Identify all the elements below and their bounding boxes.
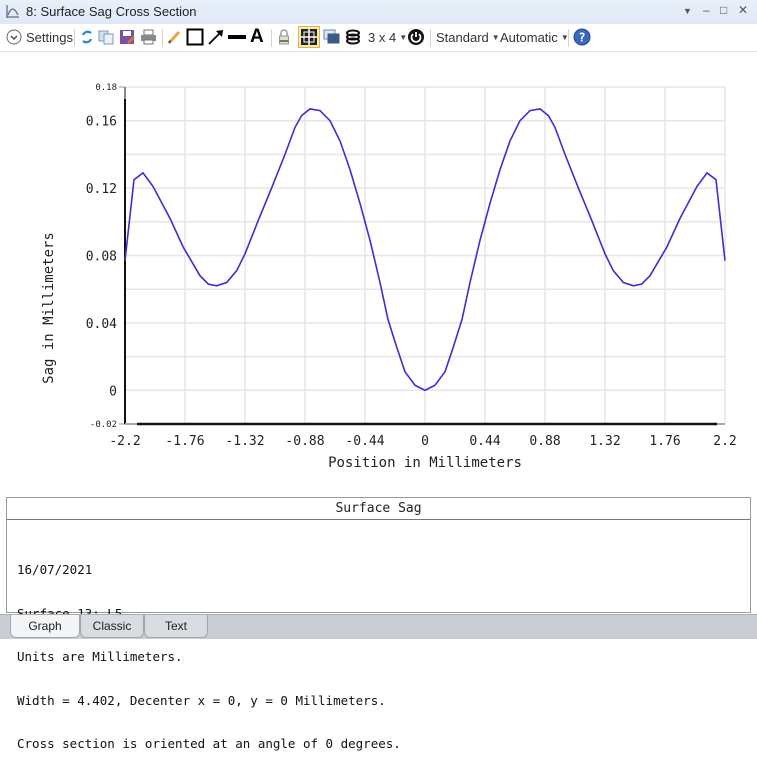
layout-label: 3 x 4 <box>368 29 397 45</box>
info-panel-header: Surface Sag <box>7 498 750 520</box>
help-icon: ? <box>573 28 591 46</box>
separator <box>430 29 431 47</box>
layout-dropdown[interactable]: 3 x 4 ▼ <box>368 27 407 47</box>
info-panel: Surface Sag 16/07/2021 Surface 13: L5 Un… <box>6 497 751 751</box>
app-icon <box>6 5 19 18</box>
y-tick-label: 0.16 <box>86 115 117 130</box>
info-line-date: 16/07/2021 <box>17 562 93 577</box>
separator <box>568 29 569 47</box>
lock-icon <box>279 29 289 45</box>
minimize-button[interactable]: – <box>703 3 710 17</box>
copy-button[interactable] <box>98 27 114 47</box>
layers-icon <box>346 29 360 45</box>
rectangle-button[interactable] <box>186 27 204 47</box>
tab-classic[interactable]: Classic <box>80 615 144 638</box>
standard-dropdown[interactable]: Standard ▼ <box>436 27 500 47</box>
timer-button[interactable] <box>407 27 425 47</box>
x-tick-label: -1.32 <box>225 434 264 449</box>
save-button[interactable] <box>119 27 135 47</box>
refresh-icon <box>81 30 93 44</box>
tick-labels: -2.2 -1.76 -1.32 -0.88 -0.44 0 0.44 0.88 1.32 1.7… <box>86 83 737 449</box>
y-tick-label: 0.08 <box>86 250 117 265</box>
line-button[interactable] <box>228 27 246 47</box>
x-tick-label: -0.88 <box>285 434 324 449</box>
x-tick-label: 2.2 <box>713 434 736 449</box>
title-bar: 8: Surface Sag Cross Section ▼ – □ ✕ <box>0 0 757 25</box>
toolbar: Settings A 3 x 4 ▼ Standard ▼ Automatic … <box>0 24 757 52</box>
separator <box>162 29 163 47</box>
y-tick-label: 0.04 <box>86 317 117 332</box>
text-icon: A <box>250 26 264 47</box>
x-tick-label: 0 <box>421 434 429 449</box>
layers-button[interactable] <box>345 27 361 47</box>
pencil-button[interactable] <box>167 27 181 47</box>
save-icon <box>120 30 135 44</box>
line-icon <box>228 35 246 39</box>
window-menu-dropdown-icon[interactable]: ▼ <box>683 6 692 16</box>
close-button[interactable]: ✕ <box>738 3 748 17</box>
tab-bar: Graph Classic Text <box>0 614 757 639</box>
x-tick-label: 1.76 <box>649 434 680 449</box>
timer-icon <box>408 29 424 45</box>
x-tick-label: -0.44 <box>345 434 384 449</box>
arrow-icon <box>208 30 223 45</box>
maximize-button[interactable]: □ <box>720 3 727 17</box>
y-tick-label: 0.12 <box>86 182 117 197</box>
lock-button[interactable] <box>277 27 291 47</box>
settings-button[interactable]: Settings <box>6 27 73 47</box>
rectangle-icon <box>186 28 204 46</box>
automatic-label: Automatic <box>500 29 558 45</box>
window-title: 8: Surface Sag Cross Section <box>26 4 197 19</box>
help-button[interactable]: ? <box>573 27 591 47</box>
fit-icon <box>301 29 317 45</box>
y-tick-label: 0 <box>109 384 117 399</box>
arrow-button[interactable] <box>207 27 225 47</box>
window-icon <box>323 29 340 44</box>
tab-text[interactable]: Text <box>144 615 208 638</box>
y-tick-label: -0.02 <box>90 420 117 430</box>
x-tick-label: -1.76 <box>165 434 204 449</box>
grid <box>124 86 726 425</box>
plot-area: -2.2 -1.76 -1.32 -0.88 -0.44 0 0.44 0.88 1.32 1.7… <box>0 52 757 492</box>
sag-chart: -2.2 -1.76 -1.32 -0.88 -0.44 0 0.44 0.88 1.32 1.7… <box>41 83 737 471</box>
info-line-width: Width = 4.402, Decenter x = 0, y = 0 Mil… <box>17 692 386 708</box>
settings-label: Settings <box>26 29 73 45</box>
separator <box>74 29 75 47</box>
copy-icon <box>98 30 114 45</box>
info-panel-body: 16/07/2021 Surface 13: L5 Units are Mill… <box>7 520 750 781</box>
x-tick-label: -2.2 <box>109 434 140 449</box>
pencil-icon <box>167 30 181 45</box>
x-tick-label: 0.44 <box>469 434 500 449</box>
text-tool-button[interactable]: A <box>250 26 264 47</box>
y-tick-label: 0.18 <box>95 83 117 93</box>
x-tick-label: 0.88 <box>529 434 560 449</box>
x-axis-label: Position in Millimeters <box>328 455 522 471</box>
standard-label: Standard <box>436 29 489 45</box>
y-axis-label: Sag in Millimeters <box>41 232 57 384</box>
print-icon <box>141 29 156 45</box>
automatic-dropdown[interactable]: Automatic ▼ <box>500 27 569 47</box>
refresh-button[interactable] <box>80 27 94 47</box>
window-button[interactable] <box>323 27 340 47</box>
chevron-down-icon: ▼ <box>399 32 408 42</box>
chevron-down-icon: ▼ <box>491 32 500 42</box>
fit-button[interactable] <box>298 26 320 48</box>
tab-graph[interactable]: Graph <box>10 615 80 638</box>
x-tick-label: 1.32 <box>589 434 620 449</box>
separator <box>271 29 272 47</box>
settings-chevron-icon <box>6 29 22 45</box>
svg-text:?: ? <box>578 31 585 45</box>
info-line-orientation: Cross section is oriented at an angle of… <box>17 736 401 751</box>
info-line-units: Units are Millimeters. <box>17 649 183 664</box>
print-button[interactable] <box>140 27 157 47</box>
